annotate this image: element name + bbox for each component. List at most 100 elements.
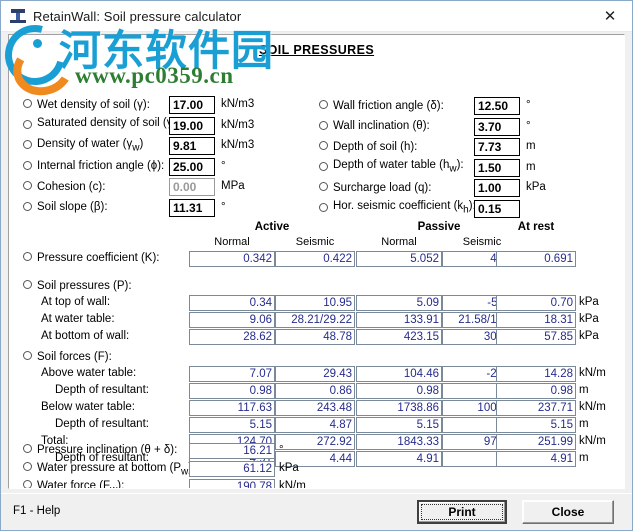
input-field[interactable]: 17.00 xyxy=(169,96,215,114)
table-cell: 4.91 xyxy=(496,451,576,467)
input-field[interactable]: 1.00 xyxy=(474,179,520,197)
table-cell: 5.15 xyxy=(496,417,576,433)
single-row-value: 61.12 xyxy=(189,461,275,477)
radio-bullet-icon[interactable] xyxy=(23,160,32,170)
input-field[interactable]: 3.70 xyxy=(474,117,520,136)
input-unit: ° xyxy=(526,99,531,111)
table-row-unit: kPa xyxy=(579,313,599,325)
table-cell: 251.99 xyxy=(496,434,576,450)
table-cell: 104.46 xyxy=(356,366,442,382)
table-row-unit: kPa xyxy=(579,330,599,342)
table-row-unit: kPa xyxy=(579,296,599,308)
input-unit: kPa xyxy=(526,181,546,193)
radio-bullet-icon[interactable] xyxy=(319,202,328,212)
radio-bullet-icon[interactable] xyxy=(23,181,32,190)
input-field[interactable]: 9.81 xyxy=(169,137,215,155)
table-section-heading: Soil forces (F): xyxy=(23,351,112,363)
table-cell: 5.15 xyxy=(356,417,442,433)
input-field[interactable]: 7.73 xyxy=(474,138,520,156)
input-field[interactable]: 11.31 xyxy=(169,198,215,217)
table-cell: 14.28 xyxy=(496,366,576,382)
input-field[interactable]: 0.15 xyxy=(474,199,520,218)
table-cell: 29.43 xyxy=(275,366,355,382)
radio-bullet-icon[interactable] xyxy=(23,280,32,290)
input-unit: ° xyxy=(526,119,531,132)
input-unit: m xyxy=(526,140,536,152)
input-unit: m xyxy=(526,160,536,173)
input-field[interactable]: 19.00 xyxy=(169,116,215,135)
input-unit: ° xyxy=(221,200,226,213)
input-label: Depth of soil (h): xyxy=(333,140,418,153)
title-bar: RetainWall: Soil pressure calculator ✕ xyxy=(1,1,632,32)
table-row-label: At top of wall: xyxy=(41,296,111,308)
radio-bullet-icon[interactable] xyxy=(23,252,32,262)
table-cell: 423.15 xyxy=(356,329,442,345)
table-row-label: Below water table: xyxy=(41,401,135,413)
table-sub-header: Seismic xyxy=(295,236,335,248)
table-cell: 0.691 xyxy=(496,251,576,267)
radio-bullet-icon[interactable] xyxy=(319,161,328,171)
radio-bullet-icon[interactable] xyxy=(319,141,328,150)
radio-bullet-icon[interactable] xyxy=(23,140,32,149)
table-cell: 1738.86 xyxy=(356,400,442,416)
table-cell: 18.31 xyxy=(496,312,576,328)
input-label: Internal friction angle (ϕ): xyxy=(37,160,165,172)
radio-bullet-icon[interactable] xyxy=(23,99,32,108)
input-row: Density of water (γw) xyxy=(23,136,143,155)
radio-bullet-icon[interactable] xyxy=(23,480,32,488)
table-cell: 4.87 xyxy=(275,417,355,433)
table-row-label: Above water table: xyxy=(41,367,137,379)
input-label: Hor. seismic coefficient (kh): xyxy=(333,200,476,216)
single-label-text: Water force (Fw): xyxy=(37,480,125,489)
table-cell: 5.09 xyxy=(356,295,442,311)
radio-bullet-icon[interactable] xyxy=(23,444,32,454)
table-cell: 10.95 xyxy=(275,295,355,311)
close-icon[interactable]: ✕ xyxy=(588,1,632,30)
table-cell: 117.63 xyxy=(189,400,275,416)
table-cell: 5.052 xyxy=(356,251,442,267)
input-unit: ° xyxy=(221,159,226,172)
table-sub-header: Seismic xyxy=(462,236,502,248)
table-cell: 5.15 xyxy=(189,417,275,433)
table-cell: 272.92 xyxy=(275,434,355,450)
table-group-header: Active xyxy=(254,221,290,233)
close-button[interactable]: Close xyxy=(522,500,614,524)
radio-bullet-icon[interactable] xyxy=(319,120,328,130)
input-unit: MPa xyxy=(221,180,245,192)
table-row-unit: m xyxy=(579,384,589,396)
print-button[interactable]: Print xyxy=(417,500,507,524)
input-row: Wet density of soil (γ): xyxy=(23,95,150,114)
input-field[interactable]: 1.50 xyxy=(474,158,520,177)
single-label-text: Water pressure at bottom (Pw): xyxy=(37,462,195,478)
input-field[interactable]: 25.00 xyxy=(169,157,215,176)
radio-bullet-icon[interactable] xyxy=(319,100,328,109)
input-label: Depth of water table (hw): xyxy=(333,159,464,175)
radio-bullet-icon[interactable] xyxy=(23,119,32,129)
input-row: Hor. seismic coefficient (kh): xyxy=(319,199,476,218)
input-field[interactable]: 0.00 xyxy=(169,178,215,196)
single-row-label: Water force (Fw): xyxy=(23,480,125,489)
radio-bullet-icon[interactable] xyxy=(23,351,32,361)
table-row-unit: kN/m xyxy=(579,401,606,413)
input-label: Saturated density of soil (γs): xyxy=(37,117,185,132)
status-bar: F1 - Help Print Close xyxy=(1,493,632,530)
radio-bullet-icon[interactable] xyxy=(319,182,328,191)
window-title: RetainWall: Soil pressure calculator xyxy=(33,8,242,24)
input-unit: kN/m3 xyxy=(221,98,255,110)
table-section-heading: Soil pressures (P): xyxy=(23,280,132,292)
input-field[interactable]: 12.50 xyxy=(474,97,520,115)
input-label: Density of water (γw) xyxy=(37,137,144,154)
input-row: Wall friction angle (δ): xyxy=(319,96,444,115)
input-unit: kN/m3 xyxy=(221,139,255,151)
table-cell: 0.422 xyxy=(275,251,355,267)
single-row-unit: kPa xyxy=(279,462,299,474)
table-group-header: At rest xyxy=(517,221,555,233)
single-row-unit: kN/m xyxy=(279,480,306,489)
single-row-label: Water pressure at bottom (Pw): xyxy=(23,462,195,477)
table-cell: 0.98 xyxy=(356,383,442,399)
input-label: Soil slope (β): xyxy=(37,201,108,213)
radio-bullet-icon[interactable] xyxy=(23,201,32,211)
radio-bullet-icon[interactable] xyxy=(23,462,32,472)
client-area: SOIL PRESSURES Wet density of soil (γ): 1… xyxy=(1,32,632,493)
table-row-unit: m xyxy=(579,418,589,430)
